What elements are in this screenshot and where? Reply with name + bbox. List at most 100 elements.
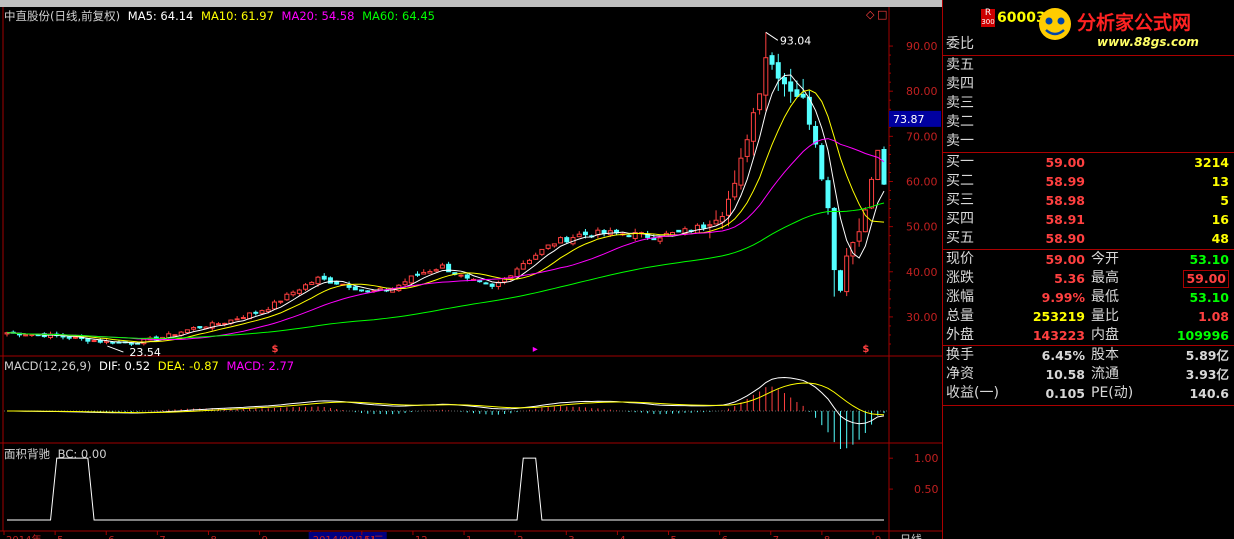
candle-body bbox=[464, 274, 470, 279]
stat-row: 涨跌 5.36 最高 59.00 bbox=[943, 269, 1234, 288]
stat-label: 净资 bbox=[946, 366, 974, 382]
date-label: 7 bbox=[773, 535, 779, 539]
date-label: 5 bbox=[671, 535, 677, 539]
price-tick-label: 50.00 bbox=[906, 221, 938, 234]
stat-value: 1.08 bbox=[1198, 309, 1229, 324]
order-label: 买一 bbox=[946, 154, 974, 170]
event-marker: $ bbox=[862, 344, 869, 355]
order-label: 卖五 bbox=[946, 57, 974, 73]
candle-body bbox=[427, 270, 433, 274]
stat-value: 59.00 bbox=[1045, 252, 1085, 267]
date-label: 3 bbox=[568, 535, 574, 539]
stat-value: 140.6 bbox=[1189, 386, 1229, 401]
candle-body bbox=[309, 281, 315, 285]
candle-body bbox=[558, 237, 564, 244]
fundamental-row: 净资 10.58 流通 3.93亿 bbox=[943, 365, 1234, 384]
candle-body bbox=[526, 259, 532, 265]
candle-body bbox=[278, 300, 284, 303]
candle-body bbox=[707, 224, 713, 227]
stat-label: 最低 bbox=[1091, 289, 1119, 305]
sell-row: 卖二 bbox=[943, 113, 1234, 132]
candle-body bbox=[365, 290, 371, 293]
price-tick-label: 70.00 bbox=[906, 130, 938, 143]
order-volume: 16 bbox=[1211, 212, 1229, 227]
date-label: 5 bbox=[57, 535, 63, 539]
candle-body bbox=[533, 254, 539, 260]
bc-tick-label: 0.50 bbox=[914, 483, 939, 496]
stat-value: 0.105 bbox=[1045, 386, 1085, 401]
candle-body bbox=[800, 93, 806, 98]
current-price-label: 73.87 bbox=[893, 113, 925, 126]
candle-body bbox=[439, 264, 445, 269]
candle-body bbox=[738, 157, 744, 186]
candle-body bbox=[191, 327, 197, 330]
order-label: 买五 bbox=[946, 230, 974, 246]
stat-value: 53.10 bbox=[1189, 252, 1229, 267]
stat-label: 现价 bbox=[946, 251, 974, 267]
stat-label: 今开 bbox=[1091, 251, 1119, 267]
date-label: 11 bbox=[364, 535, 377, 539]
event-marker: $ bbox=[271, 344, 278, 355]
date-label: 9 bbox=[875, 535, 881, 539]
candle-body bbox=[415, 273, 421, 276]
order-label: 卖二 bbox=[946, 114, 974, 130]
candle-body bbox=[315, 276, 321, 285]
stat-label: 收益(一) bbox=[946, 385, 999, 401]
candle-body bbox=[259, 310, 265, 314]
chart-area[interactable]: 中直股份(日线,前复权) MA5: 64.14 MA10: 61.97 MA20… bbox=[0, 0, 942, 539]
candle-body bbox=[713, 219, 719, 225]
sell-row: 卖三 bbox=[943, 94, 1234, 113]
order-volume: 3214 bbox=[1194, 155, 1229, 170]
high-price-label: 93.04 bbox=[780, 34, 812, 47]
stat-value: 6.45% bbox=[1041, 348, 1085, 363]
high-pointer bbox=[765, 31, 779, 41]
candle-body bbox=[545, 244, 551, 249]
stat-label: 总量 bbox=[946, 308, 974, 324]
candle-body bbox=[215, 323, 221, 326]
stat-value: 5.89亿 bbox=[1185, 348, 1229, 363]
candle-body bbox=[564, 237, 570, 243]
candle-body bbox=[29, 333, 35, 336]
stat-value: 143223 bbox=[1032, 328, 1085, 343]
order-price: 58.90 bbox=[1045, 231, 1085, 246]
candle-body bbox=[514, 268, 520, 278]
order-price: 58.98 bbox=[1045, 193, 1085, 208]
stat-label: 外盘 bbox=[946, 327, 974, 343]
quote-panel: R 300 60003 分析家公式网 www.88gs.com 委比 卖五 卖四 卖三… bbox=[942, 0, 1234, 539]
candle-body bbox=[856, 231, 862, 242]
order-label: 买四 bbox=[946, 211, 974, 227]
stat-row: 总量 253219 量比 1.08 bbox=[943, 307, 1234, 326]
low-price-label: 23.54 bbox=[129, 346, 161, 359]
candle-body bbox=[775, 62, 781, 79]
candle-body bbox=[234, 318, 240, 321]
period-label: 日线 bbox=[900, 532, 922, 539]
stat-label: 股本 bbox=[1091, 347, 1119, 363]
order-price: 58.99 bbox=[1045, 174, 1085, 189]
candle-body bbox=[284, 293, 290, 301]
candle-body bbox=[23, 334, 29, 337]
candle-body bbox=[881, 148, 887, 185]
candle-body bbox=[694, 224, 700, 234]
candle-body bbox=[303, 284, 309, 290]
candle-body bbox=[290, 291, 296, 296]
date-label: 9 bbox=[262, 535, 268, 539]
sell-row: 卖五 bbox=[943, 56, 1234, 75]
candle-body bbox=[346, 284, 352, 288]
stat-value: 253219 bbox=[1032, 309, 1085, 324]
low-pointer bbox=[107, 345, 124, 353]
order-label: 卖一 bbox=[946, 133, 974, 149]
r-badge: R 300 bbox=[981, 8, 995, 27]
candle-body bbox=[321, 275, 327, 280]
candle-body bbox=[875, 149, 881, 180]
date-label: 1 bbox=[466, 535, 472, 539]
price-tick-label: 80.00 bbox=[906, 85, 938, 98]
stat-label: 涨幅 bbox=[946, 289, 974, 305]
candle-body bbox=[352, 286, 358, 291]
candle-body bbox=[408, 275, 414, 284]
chart-svg[interactable]: 90.00 80.00 70.00 60.00 50.00 40.00 30.00 73.87… bbox=[0, 0, 942, 539]
candle-body bbox=[657, 237, 663, 242]
dea-line bbox=[6, 382, 885, 416]
candle-body bbox=[421, 271, 427, 275]
candle-body bbox=[837, 270, 843, 291]
candle-body bbox=[402, 281, 408, 286]
